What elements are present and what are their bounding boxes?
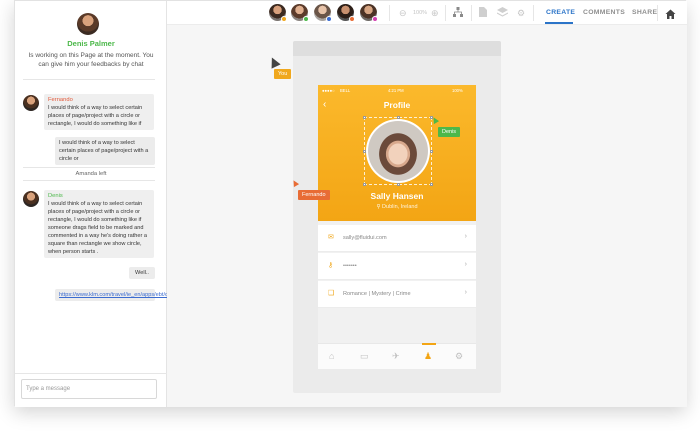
message-text: I would think of a way to select certain… xyxy=(48,201,148,255)
divider xyxy=(533,5,534,21)
page-title: Profile xyxy=(383,100,411,110)
status-dot xyxy=(303,16,309,22)
book-icon: ❑ xyxy=(328,290,335,297)
chevron-right-icon: › xyxy=(464,261,467,268)
divider xyxy=(389,5,390,21)
collaborator-avatar[interactable] xyxy=(360,4,378,22)
settings-icon[interactable]: ⚙ xyxy=(455,351,463,361)
chat-sidebar: Denis Palmer Is working on this Page at … xyxy=(15,1,200,407)
collaborator-avatar[interactable] xyxy=(291,4,309,22)
tab-comments[interactable]: COMMENTS xyxy=(583,9,625,16)
artboard-header xyxy=(293,41,501,56)
resize-handle[interactable] xyxy=(430,183,433,186)
carrier-label: BELL xyxy=(340,88,351,93)
email-value: sally@fluidui.com xyxy=(343,235,387,241)
avatar xyxy=(23,191,39,207)
chevron-right-icon: › xyxy=(464,289,467,296)
artboard[interactable]: ●●●●○ BELL 4:21 PM 100% ‹ Profile Sally … xyxy=(293,41,501,393)
divider xyxy=(23,180,155,181)
status-dot xyxy=(372,16,378,22)
chat-message: https://www.klm.com/travel/ie_en/apps/eb… xyxy=(55,289,200,301)
list-item[interactable]: ❑ Romance | Mystery | Crime › xyxy=(318,281,476,308)
selection-box[interactable] xyxy=(363,116,433,186)
resize-handle[interactable] xyxy=(397,116,400,119)
avatar xyxy=(23,95,39,111)
system-note: Amanda left xyxy=(75,171,107,177)
chevron-right-icon: › xyxy=(464,233,467,240)
flight-icon[interactable]: ✈ xyxy=(392,351,400,361)
profile-icon[interactable]: ♟ xyxy=(424,351,432,361)
ticket-icon[interactable]: ▭ xyxy=(360,351,369,361)
zoom-level: 100% xyxy=(413,10,428,16)
collaborator-avatar[interactable] xyxy=(269,4,287,22)
active-tab-indicator xyxy=(422,343,436,345)
message-text: I would think of a way to select certain… xyxy=(48,105,143,127)
genres-value: Romance | Mystery | Crime xyxy=(343,291,411,297)
cursor-tag-you: You xyxy=(274,69,292,79)
page-icon[interactable] xyxy=(479,7,487,20)
divider xyxy=(23,167,155,168)
location-text: Dublin, Ireland xyxy=(382,204,418,210)
design-canvas[interactable]: ●●●●○ BELL 4:21 PM 100% ‹ Profile Sally … xyxy=(167,25,687,407)
chat-message: Fernando I would think of a way to selec… xyxy=(44,94,154,130)
status-bar: ●●●●○ BELL 4:21 PM 100% xyxy=(318,87,476,95)
mail-icon: ✉ xyxy=(328,234,334,241)
battery-label: 100% xyxy=(452,88,463,93)
owner-name: Denis Palmer xyxy=(67,39,115,48)
message-input[interactable]: Type a message xyxy=(21,379,157,399)
list-item[interactable]: ⚷ ••••••• › xyxy=(318,253,476,280)
owner-status: Is working on this Page at the moment. Y… xyxy=(28,52,154,68)
profile-location: ⚲ Dublin, Ireland xyxy=(318,204,476,210)
gear-icon[interactable]: ⚙ xyxy=(517,7,525,19)
chat-message: I would think of a way to select certain… xyxy=(55,137,155,165)
cursor-tag-denis: Denis xyxy=(438,127,461,137)
resize-handle[interactable] xyxy=(397,183,400,186)
active-tab-indicator xyxy=(545,22,573,24)
divider xyxy=(23,79,155,80)
chat-message: Well.. xyxy=(129,267,155,279)
profile-name: Sally Hansen xyxy=(370,191,424,201)
signal-icon: ●●●●○ xyxy=(322,88,335,93)
layers-icon[interactable] xyxy=(496,7,509,20)
bottom-tab-bar: ⌂ ▭ ✈ ♟ ⚙ xyxy=(318,343,476,369)
message-text: Well.. xyxy=(135,270,149,276)
app-window: Denis Palmer Is working on this Page at … xyxy=(14,0,687,407)
resize-handle[interactable] xyxy=(430,150,433,153)
password-value: ••••••• xyxy=(343,263,357,269)
chat-message: Denis I would think of a way to select c… xyxy=(44,190,154,258)
divider xyxy=(657,5,658,21)
collaborator-avatar[interactable] xyxy=(314,4,332,22)
resize-handle[interactable] xyxy=(363,150,366,153)
avatar[interactable] xyxy=(77,13,99,35)
tab-create[interactable]: CREATE xyxy=(546,9,575,16)
sitemap-icon[interactable] xyxy=(453,7,463,20)
cursor-tag-fernando: Fernando xyxy=(298,190,330,200)
profile-header: ●●●●○ BELL 4:21 PM 100% ‹ Profile Sally … xyxy=(318,85,476,221)
resize-handle[interactable] xyxy=(363,183,366,186)
home-icon[interactable] xyxy=(665,7,676,19)
tab-share[interactable]: SHARE xyxy=(632,9,657,16)
divider xyxy=(445,5,446,21)
resize-handle[interactable] xyxy=(363,116,366,119)
divider xyxy=(15,373,167,374)
status-time: 4:21 PM xyxy=(388,88,404,93)
top-toolbar: ⊖ 100% ⊕ ⚙ CREATE COMMENTS SHARE xyxy=(167,1,687,25)
list-item[interactable]: ✉ sally@fluidui.com › xyxy=(318,225,476,252)
status-dot xyxy=(281,16,287,22)
zoom-in-icon[interactable]: ⊕ xyxy=(431,7,439,19)
message-text: I would think of a way to select certain… xyxy=(59,140,149,162)
status-dot xyxy=(326,16,332,22)
zoom-out-icon[interactable]: ⊖ xyxy=(399,7,407,19)
collaborator-avatar[interactable] xyxy=(337,4,355,22)
home-icon[interactable]: ⌂ xyxy=(329,351,334,361)
message-author: Denis xyxy=(48,193,63,199)
message-author: Fernando xyxy=(48,97,73,103)
status-dot xyxy=(349,16,355,22)
key-icon: ⚷ xyxy=(328,262,334,269)
divider xyxy=(471,5,472,21)
